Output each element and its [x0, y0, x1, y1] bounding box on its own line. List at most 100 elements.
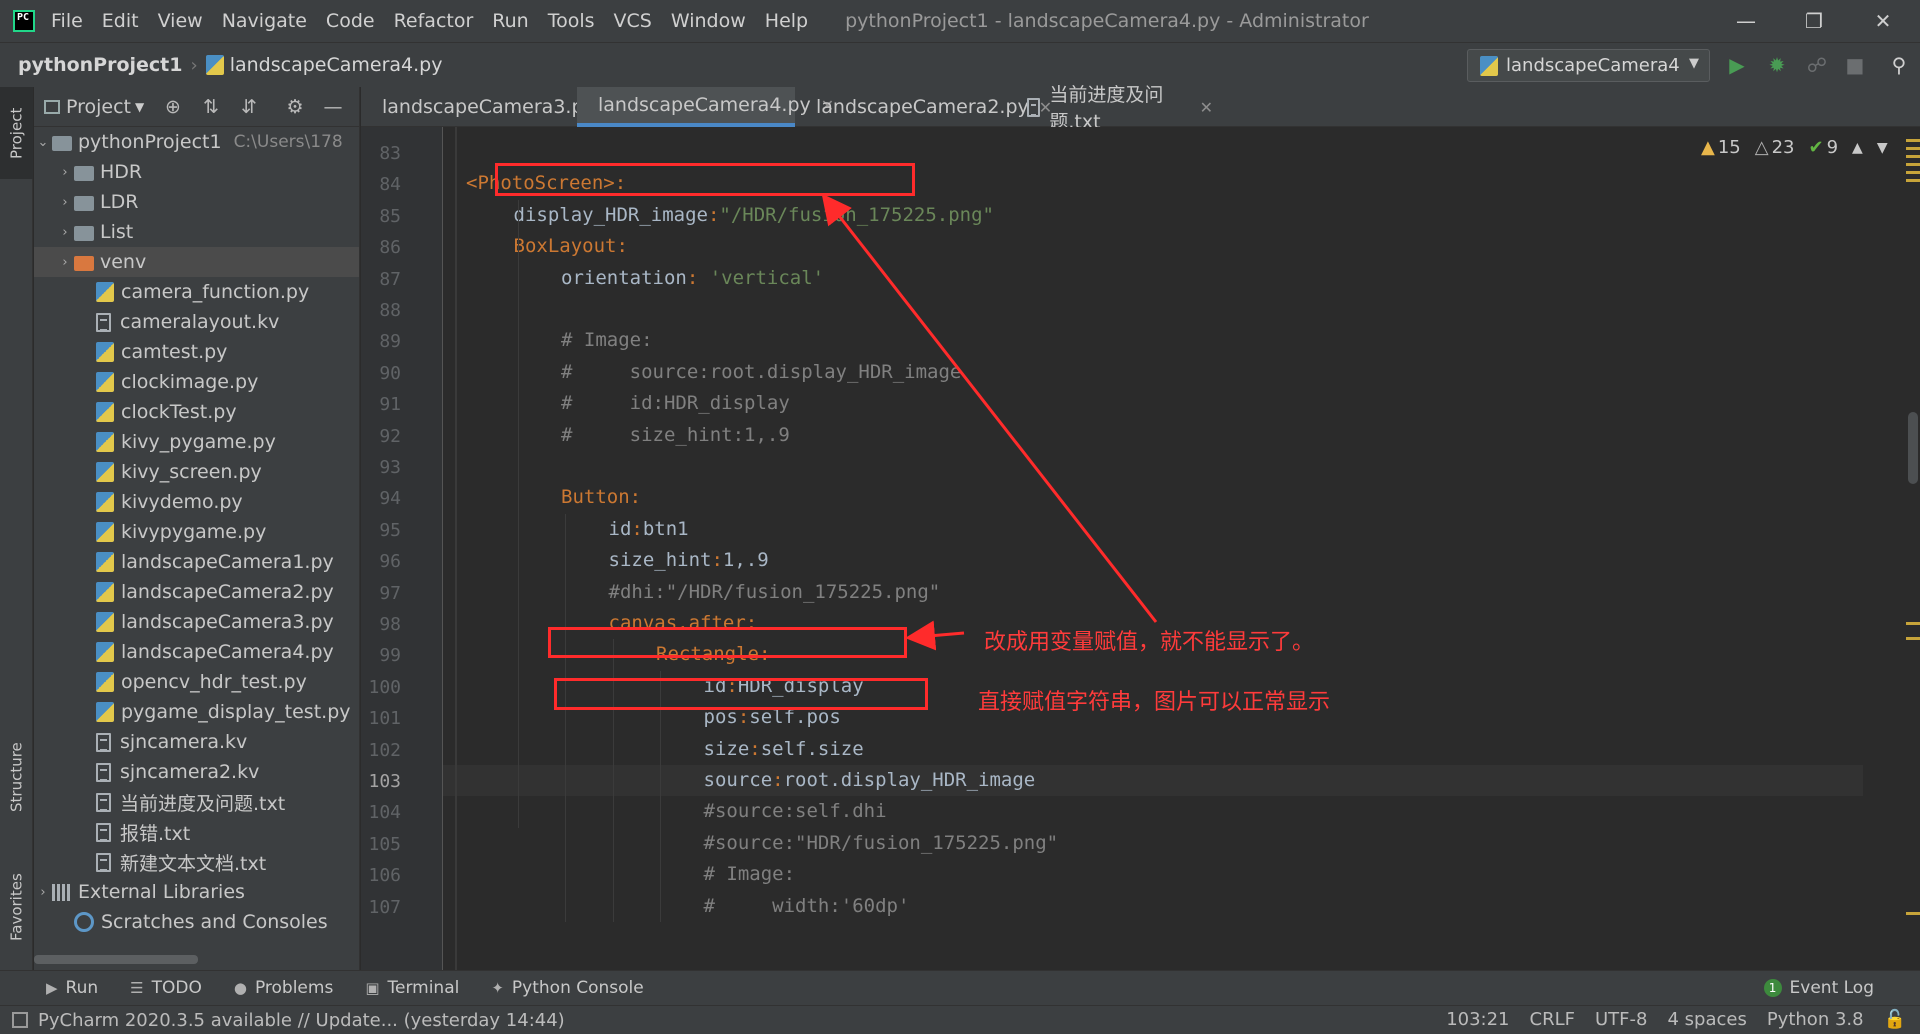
tree-file[interactable]: landscapeCamera4.py	[34, 637, 359, 667]
menu-run[interactable]: Run	[492, 10, 528, 32]
tree-file[interactable]: clockTest.py	[34, 397, 359, 427]
indent-setting[interactable]: 4 spaces	[1667, 1009, 1746, 1030]
tree-file[interactable]: clockimage.py	[34, 367, 359, 397]
tree-file[interactable]: kivypygame.py	[34, 517, 359, 547]
code-line[interactable]: size_hint:1,.9	[609, 545, 769, 576]
editor-tab[interactable]: landscapeCamera3.py✕	[361, 87, 618, 127]
breadcrumb-file[interactable]: landscapeCamera4.py	[230, 54, 443, 76]
error-stripe-marker[interactable]	[1906, 163, 1920, 166]
code-line[interactable]: display_HDR_image:"/HDR/fusion_175225.pn…	[514, 200, 994, 231]
tree-file[interactable]: cameralayout.kv	[34, 307, 359, 337]
editor-tab[interactable]: landscapeCamera2.py ✕	[795, 87, 1052, 127]
menu-navigate[interactable]: Navigate	[222, 10, 307, 32]
gear-icon[interactable]: ⚙	[282, 94, 308, 120]
tree-file[interactable]: kivydemo.py	[34, 487, 359, 517]
tree-folder-ldr[interactable]: › LDR	[34, 187, 359, 217]
tool-window-problems[interactable]: ● Problems	[234, 978, 333, 998]
tree-file[interactable]: 报错.txt	[34, 817, 359, 847]
editor-tab[interactable]: 当前进度及问题.txt ✕	[1013, 84, 1213, 133]
code-line[interactable]: #dhi:"/HDR/fusion_175225.png"	[609, 577, 941, 608]
code-line[interactable]: BoxLayout:	[514, 231, 628, 262]
minimize-icon[interactable]: —	[1718, 0, 1774, 42]
tree-file[interactable]: landscapeCamera3.py	[34, 607, 359, 637]
breadcrumb-project[interactable]: pythonProject1	[18, 54, 183, 76]
close-tab-icon[interactable]: ✕	[1200, 98, 1213, 117]
tree-file[interactable]: camera_function.py	[34, 277, 359, 307]
tool-window-terminal[interactable]: ▣ Terminal	[365, 978, 459, 998]
menu-help[interactable]: Help	[765, 10, 808, 32]
tool-window-todo[interactable]: ☰ TODO	[130, 978, 202, 998]
event-log-button[interactable]: 1 Event Log	[1763, 978, 1874, 998]
tree-folder-list[interactable]: › List	[34, 217, 359, 247]
tool-window-python-console[interactable]: ✦ Python Console	[491, 978, 643, 998]
previous-highlight-icon[interactable]: ▲	[1852, 140, 1863, 156]
file-encoding[interactable]: UTF-8	[1595, 1009, 1647, 1030]
error-stripe-marker[interactable]	[1906, 139, 1920, 142]
stripe-tab-favorites[interactable]: Favorites	[0, 857, 33, 957]
menu-code[interactable]: Code	[326, 10, 375, 32]
tree-file[interactable]: 当前进度及问题.txt	[34, 787, 359, 817]
stop-icon[interactable]: ■	[1842, 52, 1868, 78]
tree-scratches[interactable]: Scratches and Consoles	[34, 907, 359, 937]
code-line[interactable]: source:root.display_HDR_image	[704, 765, 1036, 796]
tree-folder-hdr[interactable]: › HDR	[34, 157, 359, 187]
chevron-right-icon[interactable]: ›	[34, 885, 52, 900]
code-editor[interactable]: 83 84 85 86 87 88 89 90 91 92 93 94 95 96 97 98 99 100 101…	[361, 127, 1920, 970]
error-stripe-marker[interactable]	[1906, 179, 1920, 182]
code-line[interactable]: # width:'60dp'	[704, 891, 910, 922]
warnings-counter[interactable]: ▲ 15	[1701, 137, 1741, 158]
weak-warnings-counter[interactable]: △ 23	[1755, 137, 1795, 158]
expand-all-icon[interactable]: ⇅	[198, 94, 224, 120]
code-line[interactable]: #source:self.dhi	[704, 796, 887, 827]
error-stripe-marker[interactable]	[1906, 171, 1920, 174]
error-stripe-marker[interactable]	[1906, 912, 1920, 915]
search-icon[interactable]: ⚲	[1886, 52, 1912, 78]
code-line[interactable]: #source:"HDR/fusion_175225.png"	[704, 828, 1059, 859]
stripe-tab-structure[interactable]: Structure	[0, 727, 33, 827]
code-line[interactable]: Button:	[561, 482, 641, 513]
line-separator[interactable]: CRLF	[1530, 1009, 1575, 1030]
stripe-tab-project[interactable]: Project	[0, 87, 33, 179]
error-stripe-marker[interactable]	[1906, 622, 1920, 625]
error-stripe-marker[interactable]	[1906, 637, 1920, 640]
code-line[interactable]: id:btn1	[609, 514, 689, 545]
next-highlight-icon[interactable]: ▼	[1877, 140, 1888, 156]
menu-window[interactable]: Window	[671, 10, 746, 32]
tree-file[interactable]: sjncamera.kv	[34, 727, 359, 757]
error-stripe-marker[interactable]	[1906, 147, 1920, 150]
tree-file[interactable]: kivy_screen.py	[34, 457, 359, 487]
chevron-right-icon[interactable]: ⌄	[34, 135, 52, 150]
code-line[interactable]: # source:root.display_HDR_image	[561, 357, 961, 388]
tree-root-project[interactable]: ⌄ pythonProject1 C:\Users\178	[34, 127, 359, 157]
menu-refactor[interactable]: Refactor	[394, 10, 474, 32]
chevron-right-icon[interactable]: ›	[56, 165, 74, 180]
caret-position[interactable]: 103:21	[1446, 1009, 1509, 1030]
tree-file[interactable]: camtest.py	[34, 337, 359, 367]
menu-edit[interactable]: Edit	[102, 10, 139, 32]
editor-tab[interactable]: landscapeCamera4.py ✕	[577, 87, 834, 127]
run-icon[interactable]: ▶	[1724, 52, 1750, 78]
run-configuration-select[interactable]: landscapeCamera4 ▼	[1467, 49, 1710, 82]
chevron-down-icon[interactable]: ▼	[135, 100, 144, 114]
tool-window-run[interactable]: ▶ Run	[46, 978, 98, 998]
chevron-right-icon[interactable]: ›	[56, 225, 74, 240]
restore-icon[interactable]: ❐	[1786, 0, 1842, 42]
code-line[interactable]: # Image:	[561, 325, 653, 356]
tree-file[interactable]: kivy_pygame.py	[34, 427, 359, 457]
toggle-tool-windows-icon[interactable]	[12, 1012, 28, 1028]
code-line[interactable]: # Image:	[704, 859, 796, 890]
error-stripe-marker[interactable]	[1906, 155, 1920, 158]
menu-file[interactable]: File	[51, 10, 83, 32]
tree-file[interactable]: opencv_hdr_test.py	[34, 667, 359, 697]
menu-tools[interactable]: Tools	[548, 10, 595, 32]
coverage-icon[interactable]: ☍	[1804, 52, 1830, 78]
tree-horizontal-scrollbar[interactable]	[34, 955, 198, 964]
code-line[interactable]: size:self.size	[704, 734, 864, 765]
lock-icon[interactable]: 🔓	[1884, 1009, 1906, 1030]
chevron-right-icon[interactable]: ›	[56, 255, 74, 270]
tree-file[interactable]: landscapeCamera1.py	[34, 547, 359, 577]
locate-icon[interactable]: ⊕	[160, 94, 186, 120]
code-line[interactable]: # id:HDR_display	[561, 388, 790, 419]
tree-external-libraries[interactable]: › External Libraries	[34, 877, 359, 907]
tree-file[interactable]: landscapeCamera2.py	[34, 577, 359, 607]
